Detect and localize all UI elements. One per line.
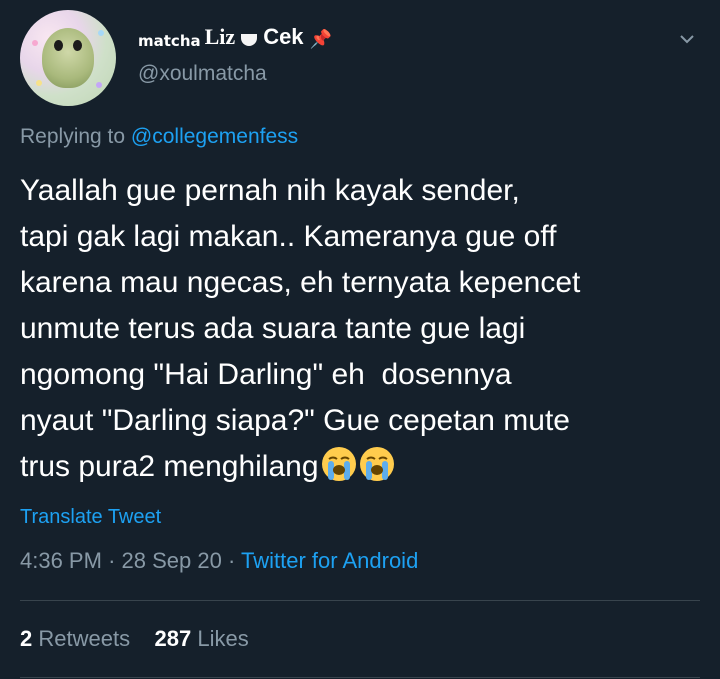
teacup-icon (241, 34, 258, 46)
pushpin-icon: 📌 (309, 29, 332, 49)
likes-label: Likes (197, 626, 249, 651)
tweet-meta: 4:36 PM · 28 Sep 20 · Twitter for Androi… (20, 548, 418, 574)
tweet-header: matcha Liz Cek 📌 @xoulmatcha (20, 10, 700, 106)
meta-separator: · (108, 548, 116, 573)
likes-count: 287 (154, 626, 192, 651)
avatar[interactable] (20, 10, 116, 106)
replying-label: Replying to (20, 125, 126, 148)
display-name[interactable]: matcha Liz Cek 📌 (138, 24, 332, 50)
avatar-eye-left (54, 40, 63, 51)
tweet-time[interactable]: 4:36 PM (20, 548, 102, 573)
translate-tweet-link[interactable]: Translate Tweet (20, 506, 161, 529)
divider (20, 677, 700, 678)
likes-stat[interactable]: 287 Likes (155, 626, 249, 651)
tweet-client-link[interactable]: Twitter for Android (241, 548, 418, 573)
loudly-crying-face-icon (359, 447, 394, 481)
loudly-crying-face-icon (321, 447, 356, 481)
avatar-sparkle (98, 30, 104, 36)
avatar-sparkle (96, 82, 102, 88)
reply-mention-link[interactable]: @collegemenfess (131, 125, 298, 148)
meta-separator: · (227, 548, 236, 573)
replying-to: Replying to @collegemenfess (20, 125, 298, 149)
retweets-stat[interactable]: 2 Retweets (20, 626, 130, 651)
retweets-label: Retweets (38, 626, 131, 651)
display-name-main: Liz (204, 24, 236, 49)
avatar-eye-right (73, 40, 82, 51)
display-name-suffix: Cek (263, 24, 304, 49)
tweet-stats: 2 Retweets 287 Likes (20, 626, 249, 652)
user-handle[interactable]: @xoulmatcha (138, 62, 332, 86)
avatar-sparkle (36, 80, 42, 86)
retweets-count: 2 (20, 626, 33, 651)
tweet-date[interactable]: 28 Sep 20 (122, 548, 222, 573)
tweet-text: Yaallah gue pernah nih kayak sender, tap… (20, 168, 700, 490)
divider (20, 600, 700, 601)
avatar-creature (42, 28, 94, 88)
tweet-text-content: Yaallah gue pernah nih kayak sender, tap… (20, 174, 581, 483)
chevron-down-icon[interactable] (680, 32, 694, 46)
avatar-sparkle (32, 40, 38, 46)
display-name-prefix: matcha (138, 32, 201, 50)
user-names[interactable]: matcha Liz Cek 📌 @xoulmatcha (138, 24, 332, 86)
